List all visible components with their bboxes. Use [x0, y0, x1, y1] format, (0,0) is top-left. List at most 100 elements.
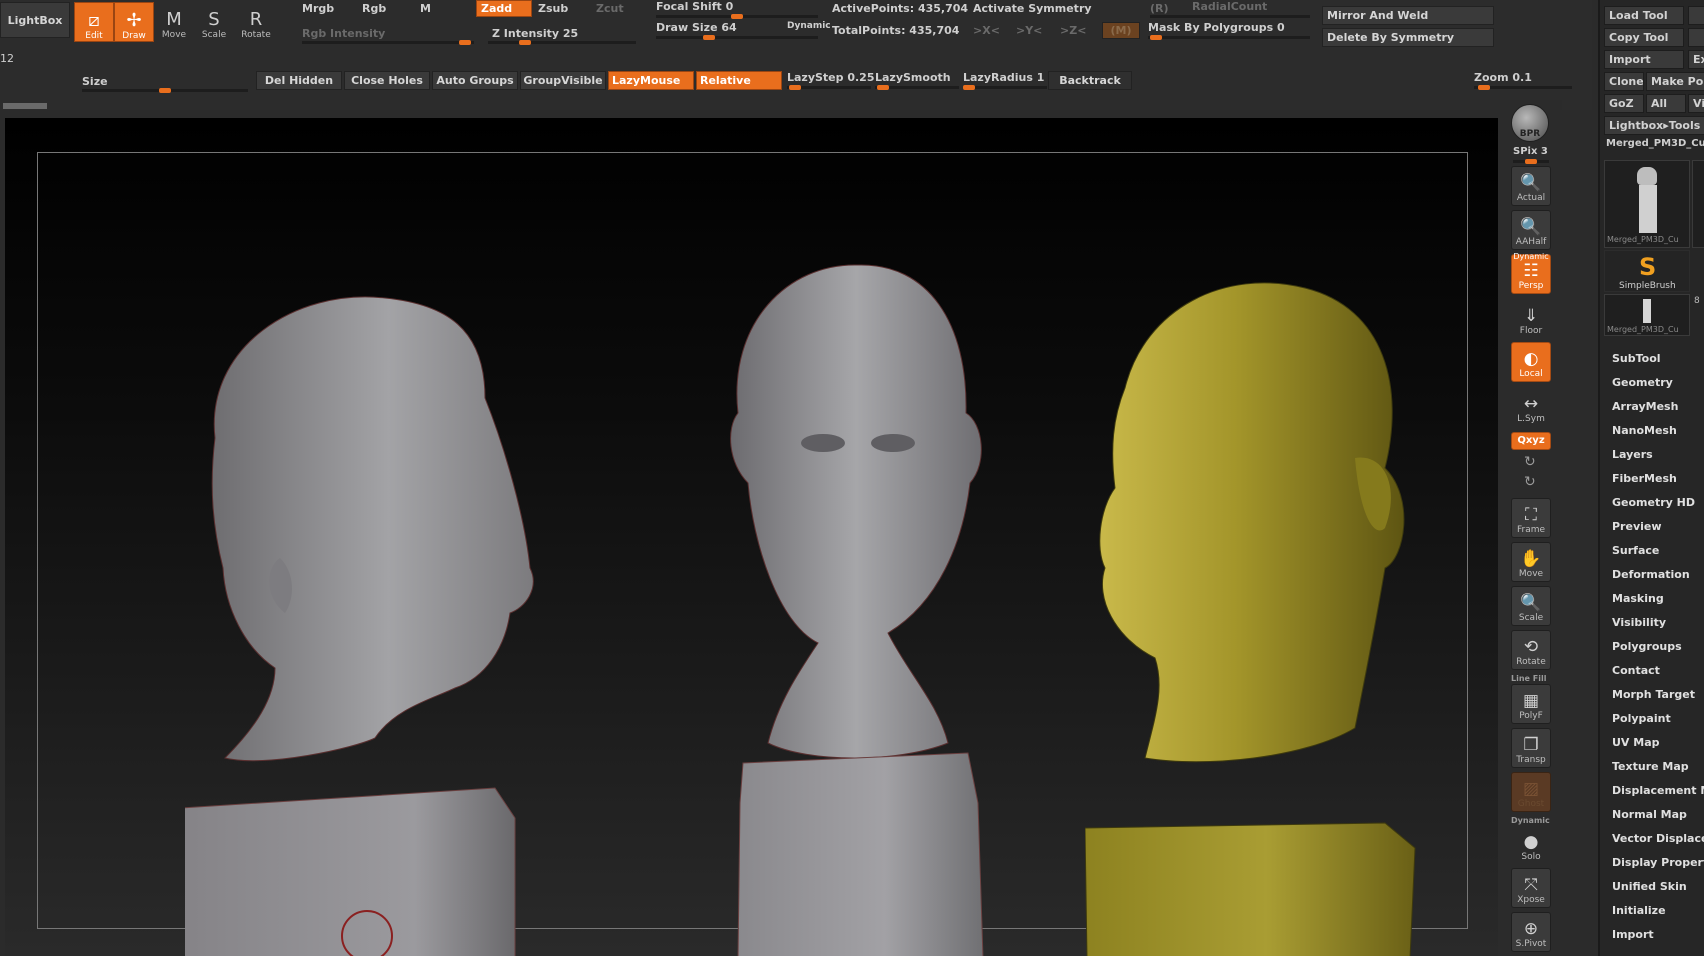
focal-shift-knob[interactable] — [731, 14, 743, 19]
move-button[interactable]: M Move — [154, 0, 194, 41]
mask-by-polygroups-slider[interactable] — [1148, 35, 1310, 40]
zcut-button[interactable]: Zcut — [596, 2, 624, 15]
tool-thumbnail-2[interactable]: S SimpleBrush — [1604, 250, 1690, 292]
lazy-step-knob[interactable] — [789, 85, 802, 90]
canvas-viewport[interactable] — [5, 118, 1498, 956]
backtrack-button[interactable]: Backtrack — [1048, 71, 1132, 90]
save-as-button[interactable] — [1688, 6, 1704, 25]
rgb-button[interactable]: Rgb — [362, 2, 386, 15]
zadd-button[interactable]: Zadd — [476, 0, 532, 17]
aahalf-button[interactable]: 🔍 AAHalf — [1511, 210, 1551, 250]
xpose-button[interactable]: ⤧ Xpose — [1511, 868, 1551, 908]
copy-tool-button[interactable]: Copy Tool — [1604, 28, 1684, 47]
menu-item-uv-map[interactable]: UV Map — [1612, 736, 1660, 749]
menu-item-deformation[interactable]: Deformation — [1612, 568, 1690, 581]
xyz-button[interactable]: Qxyz — [1511, 432, 1551, 450]
solo-button[interactable]: ● Solo — [1511, 824, 1551, 864]
menu-item-subtool[interactable]: SubTool — [1612, 352, 1661, 365]
document-scrollbar[interactable] — [3, 103, 47, 109]
x-symmetry-button[interactable]: >X< — [973, 24, 1000, 37]
menu-item-initialize[interactable]: Initialize — [1612, 904, 1666, 917]
transp-button[interactable]: ❐ Transp — [1511, 728, 1551, 768]
menu-item-geometry[interactable]: Geometry — [1612, 376, 1673, 389]
actual-button[interactable]: 🔍 Actual — [1511, 166, 1551, 206]
menu-item-arraymesh[interactable]: ArrayMesh — [1612, 400, 1678, 413]
polyf-button[interactable]: ▦ PolyF — [1511, 684, 1551, 724]
import-button[interactable]: Import — [1604, 50, 1684, 69]
spix-slider[interactable] — [1513, 159, 1549, 164]
floor-button[interactable]: ⇓ Floor — [1511, 298, 1551, 338]
mirror-and-weld-button[interactable]: Mirror And Weld — [1322, 6, 1494, 25]
menu-item-display-properties[interactable]: Display Properties — [1612, 856, 1704, 869]
del-hidden-button[interactable]: Del Hidden — [256, 71, 342, 90]
size-knob[interactable] — [159, 88, 171, 93]
menu-item-normal-map[interactable]: Normal Map — [1612, 808, 1687, 821]
radial-count-slider[interactable] — [1150, 15, 1310, 18]
lazy-radius-slider[interactable] — [963, 85, 1047, 90]
focal-shift-slider[interactable] — [656, 14, 818, 19]
rotate-z-icon[interactable]: ↻ — [1524, 474, 1536, 490]
goz-all-button[interactable]: All — [1646, 94, 1686, 113]
r-symmetry-button[interactable]: (R) — [1150, 2, 1169, 15]
menu-item-texture-map[interactable]: Texture Map — [1612, 760, 1689, 773]
tool-thumbnail-1[interactable]: Merged_PM3D_Cu — [1604, 160, 1690, 248]
draw-button[interactable]: ✢ Draw — [114, 2, 154, 42]
lazy-smooth-slider[interactable] — [875, 85, 959, 90]
menu-item-masking[interactable]: Masking — [1612, 592, 1664, 605]
menu-item-contact[interactable]: Contact — [1612, 664, 1660, 677]
lazy-mouse-button[interactable]: LazyMouse — [608, 71, 694, 90]
rgb-intensity-knob[interactable] — [459, 40, 472, 45]
draw-size-slider[interactable] — [656, 35, 818, 40]
activate-symmetry-button[interactable]: Activate Symmetry — [973, 2, 1092, 15]
z-intensity-knob[interactable] — [519, 40, 531, 45]
lazy-step-slider[interactable] — [787, 85, 871, 90]
export-button[interactable]: Ex — [1688, 50, 1704, 69]
spix-knob[interactable] — [1525, 159, 1537, 164]
zoom-knob[interactable] — [1477, 85, 1490, 90]
menu-item-polygroups[interactable]: Polygroups — [1612, 640, 1682, 653]
shelf-rotate-button[interactable]: ⟲ Rotate — [1511, 630, 1551, 670]
menu-item-fibermesh[interactable]: FiberMesh — [1612, 472, 1677, 485]
m-button[interactable]: M — [420, 2, 431, 15]
auto-groups-button[interactable]: Auto Groups — [432, 71, 518, 90]
local-button[interactable]: ◐ Local — [1511, 342, 1551, 382]
size-slider[interactable] — [82, 88, 248, 93]
menu-item-import[interactable]: Import — [1612, 928, 1654, 941]
paste-tool-button[interactable] — [1688, 28, 1704, 47]
ghost-button[interactable]: ▨ Ghost — [1511, 772, 1551, 812]
menu-item-nanomesh[interactable]: NanoMesh — [1612, 424, 1677, 437]
rotate-button[interactable]: R Rotate — [236, 0, 276, 41]
dynamic-toggle[interactable]: Dynamic — [787, 21, 831, 31]
zoom-slider[interactable] — [1474, 85, 1572, 90]
lightbox-tools-button[interactable]: Lightbox▸Tools — [1604, 116, 1704, 135]
bpr-button[interactable]: BPR — [1511, 104, 1549, 142]
zsub-button[interactable]: Zsub — [538, 2, 568, 15]
goz-button[interactable]: GoZ — [1604, 94, 1644, 113]
menu-item-preview[interactable]: Preview — [1612, 520, 1662, 533]
menu-item-unified-skin[interactable]: Unified Skin — [1612, 880, 1687, 893]
rgb-intensity-slider[interactable] — [302, 40, 474, 45]
lsym-button[interactable]: ↔ L.Sym — [1511, 390, 1551, 426]
scale-button[interactable]: S Scale — [194, 0, 234, 41]
tool-thumbnail-3[interactable]: Merged_PM3D_Cu — [1604, 294, 1690, 336]
shelf-move-button[interactable]: ✋ Move — [1511, 542, 1551, 582]
frame-button[interactable]: ⛶ Frame — [1511, 498, 1551, 538]
tool-thumbnail-side-1[interactable] — [1692, 160, 1704, 248]
menu-item-visibility[interactable]: Visibility — [1612, 616, 1666, 629]
menu-item-morph-target[interactable]: Morph Target — [1612, 688, 1695, 701]
mask-by-polygroups-knob[interactable] — [1150, 35, 1163, 40]
lazy-smooth-knob[interactable] — [877, 85, 890, 90]
y-symmetry-button[interactable]: >Y< — [1016, 24, 1042, 37]
delete-by-symmetry-button[interactable]: Delete By Symmetry — [1322, 28, 1494, 47]
group-visible-button[interactable]: GroupVisible — [520, 71, 606, 90]
relative-button[interactable]: Relative — [696, 71, 782, 90]
make-polymesh-button[interactable]: Make Poly — [1646, 72, 1704, 91]
z-symmetry-button[interactable]: >Z< — [1060, 24, 1086, 37]
menu-item-geometry-hd[interactable]: Geometry HD — [1612, 496, 1695, 509]
menu-item-polypaint[interactable]: Polypaint — [1612, 712, 1671, 725]
m-symmetry-button[interactable]: (M) — [1102, 22, 1140, 39]
persp-button[interactable]: Dynamic ☷ Persp — [1511, 252, 1551, 294]
mrgb-button[interactable]: Mrgb — [302, 2, 334, 15]
load-tool-button[interactable]: Load Tool — [1604, 6, 1684, 25]
z-intensity-slider[interactable] — [488, 40, 636, 45]
